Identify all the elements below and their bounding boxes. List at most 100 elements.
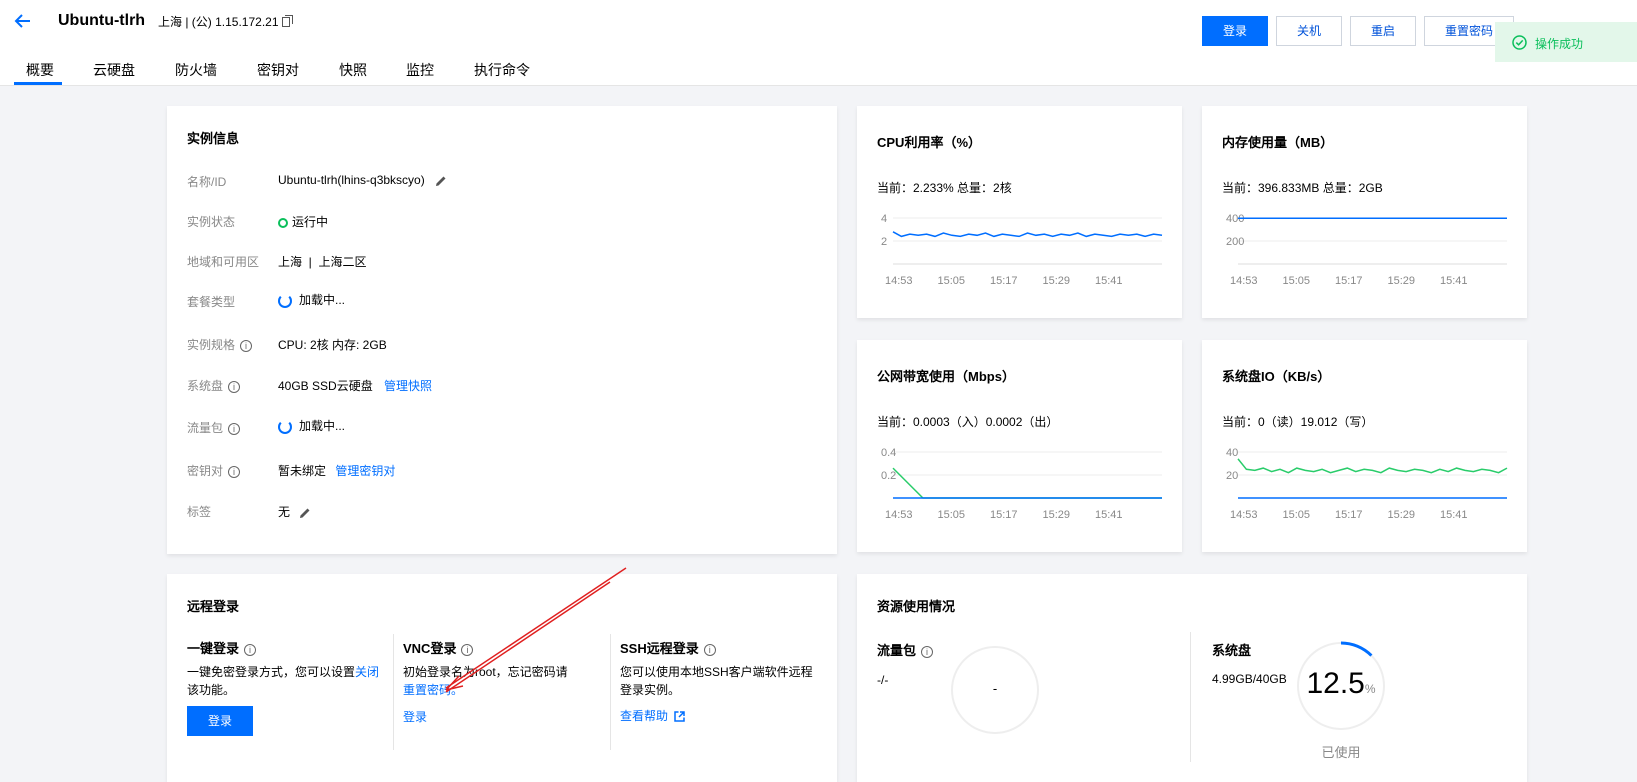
- tab-run-command[interactable]: 执行命令: [474, 60, 530, 80]
- spec-value: CPU: 2核 内存: 2GB: [278, 338, 387, 352]
- instance-subtitle: 上海 | (公) 1.15.172.21: [158, 15, 279, 29]
- series-line-0: [892, 467, 1162, 499]
- loading-spinner-icon: [278, 293, 292, 308]
- x-tick-label: 14:53: [1230, 509, 1258, 521]
- info-icon[interactable]: i: [921, 645, 934, 658]
- column-divider: [393, 634, 394, 750]
- keypair-value: 暂未绑定: [278, 464, 327, 478]
- traffic-package-center: -: [992, 681, 998, 696]
- vnc-login-title-row: VNC登录 i: [403, 638, 474, 657]
- x-tick-label: 15:41: [1095, 275, 1123, 287]
- vnc-login-desc: 初始登录名为root，忘记密码请 重置密码。: [403, 663, 613, 699]
- tab-cloud-disk[interactable]: 云硬盘: [93, 60, 135, 80]
- disk-row: 40GB SSD云硬盘 管理快照: [278, 377, 432, 394]
- bandwidth-line-chart: 0.2 0.4 14:53 15:05 15:17 15:29 15:41: [881, 447, 1162, 521]
- x-tick-label: 15:17: [990, 509, 1018, 521]
- y-tick-label: 20: [1226, 470, 1238, 482]
- x-tick-label: 14:53: [885, 275, 913, 287]
- shutdown-button[interactable]: 关机: [1276, 16, 1342, 46]
- system-disk-percent-row: 12.5%: [1295, 667, 1387, 701]
- vnc-login-link[interactable]: 登录: [403, 708, 427, 725]
- y-tick-label: 0.2: [881, 470, 896, 482]
- info-icon[interactable]: i: [228, 422, 241, 435]
- info-icon[interactable]: i: [228, 465, 241, 478]
- region-label: 地域和可用区: [187, 255, 260, 269]
- x-tick-label: 15:17: [1335, 509, 1363, 521]
- instance-info-title: 实例信息: [187, 131, 240, 146]
- name-label: 名称/ID: [187, 175, 227, 189]
- series-line-0: [1237, 458, 1508, 474]
- x-tick-label: 15:41: [1095, 509, 1123, 521]
- manage-snapshot-link[interactable]: 管理快照: [384, 379, 432, 393]
- status-value: 运行中: [292, 215, 329, 229]
- disk-label: 系统盘: [187, 379, 224, 393]
- system-disk-percent-unit: %: [1364, 682, 1376, 696]
- keypair-row: 暂未绑定 管理密钥对: [278, 462, 395, 479]
- instance-title: Ubuntu-tlrh: [58, 12, 146, 29]
- resource-usage-card: 资源使用情况 流量包 i -/- - 系统盘 4.99GB/40GB 12.5% …: [857, 574, 1527, 782]
- tag-row: 无: [278, 503, 311, 520]
- info-icon[interactable]: i: [703, 643, 716, 656]
- spec-label: 实例规格: [187, 338, 236, 352]
- restart-button[interactable]: 重启: [1350, 16, 1416, 46]
- traffic-label-row: 流量包 i: [187, 419, 241, 436]
- one-click-login-title: 一键登录: [187, 641, 240, 656]
- x-tick-label: 15:29: [1388, 509, 1416, 521]
- loading-spinner-icon: [278, 419, 292, 434]
- ssh-desc-tail: 登录实例。: [620, 683, 681, 697]
- tag-label: 标签: [187, 505, 212, 519]
- series-line-0: [892, 231, 1163, 238]
- column-divider: [1190, 632, 1191, 762]
- x-tick-label: 15:29: [1043, 275, 1071, 287]
- cpu-chart-card: CPU利用率（%） 当前：2.233% 总量：2核 2 4 14:53 15:05 15…: [857, 106, 1182, 318]
- x-tick-label: 15:41: [1440, 275, 1468, 287]
- tab-firewall[interactable]: 防火墙: [175, 60, 217, 80]
- check-circle-icon: [1512, 35, 1527, 50]
- y-tick-label: 40: [1226, 447, 1238, 459]
- x-tick-label: 15:29: [1043, 509, 1071, 521]
- reset-password-link[interactable]: 重置密码。: [403, 683, 463, 697]
- region-value: 上海 | 上海二区: [278, 255, 367, 269]
- system-disk-used-label: 已使用: [1321, 745, 1361, 760]
- y-tick-label: 0.4: [881, 447, 896, 459]
- edit-icon[interactable]: [299, 507, 311, 519]
- disable-one-click-link[interactable]: 关闭: [355, 665, 379, 679]
- plan-row: 加载中...: [278, 291, 345, 308]
- tab-snapshot[interactable]: 快照: [339, 60, 367, 80]
- manage-keypair-link[interactable]: 管理密钥对: [335, 464, 395, 478]
- info-icon[interactable]: i: [244, 643, 257, 656]
- active-tab-indicator: [14, 82, 62, 85]
- external-link-icon: [674, 711, 686, 723]
- edit-icon[interactable]: [435, 175, 447, 187]
- traffic-package-value: -/-: [877, 673, 889, 687]
- disk-io-line-chart: 20 40 14:53 15:05 15:17 15:29 15:41: [1226, 447, 1508, 521]
- traffic-value: 加载中...: [299, 419, 346, 433]
- info-icon[interactable]: i: [461, 643, 474, 656]
- back-arrow-icon[interactable]: [12, 10, 34, 32]
- one-click-login-title-row: 一键登录 i: [187, 638, 257, 657]
- tab-keypair[interactable]: 密钥对: [257, 60, 299, 80]
- cpu-line-chart: 2 4 14:53 15:05 15:17 15:29 15:41: [881, 213, 1163, 287]
- one-click-login-button[interactable]: 登录: [187, 706, 253, 736]
- ssh-help-link[interactable]: 查看帮助: [620, 707, 686, 724]
- login-button[interactable]: 登录: [1202, 16, 1268, 46]
- tab-monitor[interactable]: 监控: [406, 60, 434, 80]
- remote-login-title: 远程登录: [187, 599, 240, 614]
- x-tick-label: 15:17: [1335, 275, 1363, 287]
- info-icon[interactable]: i: [228, 380, 241, 393]
- copy-icon[interactable]: [282, 15, 293, 27]
- tab-overview[interactable]: 概要: [26, 60, 54, 80]
- toast-text: 操作成功: [1535, 37, 1584, 51]
- x-tick-label: 15:17: [990, 275, 1018, 287]
- tag-value: 无: [278, 505, 291, 519]
- keypair-label: 密钥对: [187, 464, 224, 478]
- disk-value: 40GB SSD云硬盘: [278, 379, 373, 393]
- y-tick-label: 4: [881, 213, 887, 225]
- ssh-help-text[interactable]: 查看帮助: [620, 709, 668, 723]
- status-label: 实例状态: [187, 215, 236, 229]
- info-icon[interactable]: i: [240, 339, 253, 352]
- system-disk-percent: 12.5: [1306, 667, 1365, 700]
- x-tick-label: 15:29: [1388, 275, 1416, 287]
- x-tick-label: 14:53: [1230, 275, 1258, 287]
- memory-chart-card: 内存使用量（MB） 当前：396.833MB 总量：2GB 200 400 14:5…: [1202, 106, 1527, 318]
